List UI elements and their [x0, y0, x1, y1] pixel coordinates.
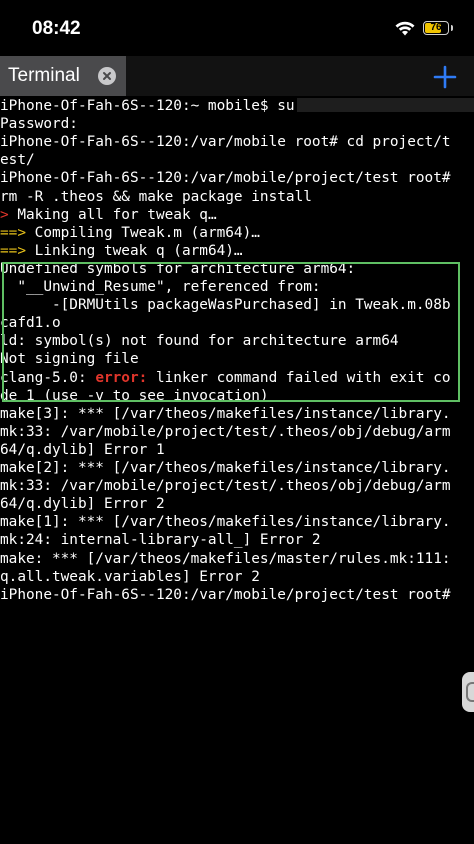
handle-icon	[466, 682, 474, 702]
terminal-line: est/	[0, 151, 35, 169]
line-text: mk:24: internal-library-all_] Error 2	[0, 532, 321, 549]
line-text: 64/q.dylib] Error 1	[0, 441, 165, 458]
line-text: Password:	[0, 116, 78, 133]
line-prefix: >	[0, 206, 9, 223]
line-text: 64/q.dylib] Error 2	[0, 496, 165, 513]
terminal-line: iPhone-Of-Fah-6S--120:/var/mobile/projec…	[0, 169, 451, 187]
line-text: make[3]: *** [/var/theos/makefiles/insta…	[0, 405, 451, 422]
line-text: make[1]: *** [/var/theos/makefiles/insta…	[0, 514, 451, 531]
line-text: make: *** [/var/theos/makefiles/master/r…	[0, 550, 451, 567]
terminal-line: rm -R .theos && make package install	[0, 188, 312, 206]
line-text: mk:33: /var/mobile/project/test/.theos/o…	[0, 478, 451, 495]
terminal-line: > Making all for tweak q…	[0, 206, 217, 224]
terminal-line: iPhone-Of-Fah-6S--120:/var/mobile root# …	[0, 133, 451, 151]
line-prefix: ==>	[0, 224, 26, 241]
line-text: mk:33: /var/mobile/project/test/.theos/o…	[0, 423, 451, 440]
battery-level: 76	[430, 22, 442, 33]
wifi-icon	[395, 21, 415, 36]
terminal-line: make: *** [/var/theos/makefiles/master/r…	[0, 550, 451, 568]
terminal-line: 64/q.dylib] Error 1	[0, 441, 165, 459]
terminal-line: mk:33: /var/mobile/project/test/.theos/o…	[0, 477, 451, 495]
battery-tip	[451, 25, 453, 31]
line-text: iPhone-Of-Fah-6S--120:/var/mobile/projec…	[0, 586, 451, 603]
terminal-line: make[3]: *** [/var/theos/makefiles/insta…	[0, 405, 451, 423]
tab-bar: Terminal	[0, 56, 474, 96]
line-text: Linking tweak q (arm64)…	[26, 242, 243, 259]
line-text: q.all.tweak.variables] Error 2	[0, 568, 260, 585]
line-text: rm -R .theos && make package install	[0, 188, 312, 205]
terminal-line: mk:24: internal-library-all_] Error 2	[0, 531, 321, 549]
terminal-line: 64/q.dylib] Error 2	[0, 495, 165, 513]
side-drag-handle[interactable]	[462, 672, 474, 712]
terminal-line: iPhone-Of-Fah-6S--120:/var/mobile/projec…	[0, 586, 451, 604]
terminal-line: ==> Linking tweak q (arm64)…	[0, 242, 243, 260]
line-text: est/	[0, 152, 35, 169]
terminal-line: iPhone-Of-Fah-6S--120:~ mobile$ su	[0, 97, 474, 115]
line-text: Compiling Tweak.m (arm64)…	[26, 224, 260, 241]
close-circle-icon[interactable]	[98, 67, 116, 85]
status-time: 08:42	[32, 18, 81, 39]
error-highlight-box	[2, 262, 460, 402]
terminal-line: ==> Compiling Tweak.m (arm64)…	[0, 224, 260, 242]
terminal-line: make[1]: *** [/var/theos/makefiles/insta…	[0, 513, 451, 531]
terminal-line: Password:	[0, 115, 78, 133]
terminal-line: mk:33: /var/mobile/project/test/.theos/o…	[0, 423, 451, 441]
line-text: iPhone-Of-Fah-6S--120:~ mobile$ su	[0, 98, 295, 114]
tab-terminal[interactable]: Terminal	[0, 56, 126, 96]
line-prefix: ==>	[0, 242, 26, 259]
tab-label: Terminal	[8, 65, 80, 86]
plus-icon[interactable]	[430, 62, 460, 92]
status-bar: 08:42 76	[0, 0, 474, 56]
line-text: Making all for tweak q…	[8, 206, 217, 223]
terminal-line: q.all.tweak.variables] Error 2	[0, 568, 260, 586]
input-cursor	[296, 98, 474, 112]
battery-icon: 76	[423, 21, 449, 35]
line-text: iPhone-Of-Fah-6S--120:/var/mobile root# …	[0, 134, 451, 151]
line-text: make[2]: *** [/var/theos/makefiles/insta…	[0, 460, 451, 476]
line-text: iPhone-Of-Fah-6S--120:/var/mobile/projec…	[0, 170, 451, 187]
terminal-line: make[2]: *** [/var/theos/makefiles/insta…	[0, 459, 451, 477]
terminal-output[interactable]: iPhone-Of-Fah-6S--120:~ mobile$ su Passwo…	[0, 96, 474, 844]
